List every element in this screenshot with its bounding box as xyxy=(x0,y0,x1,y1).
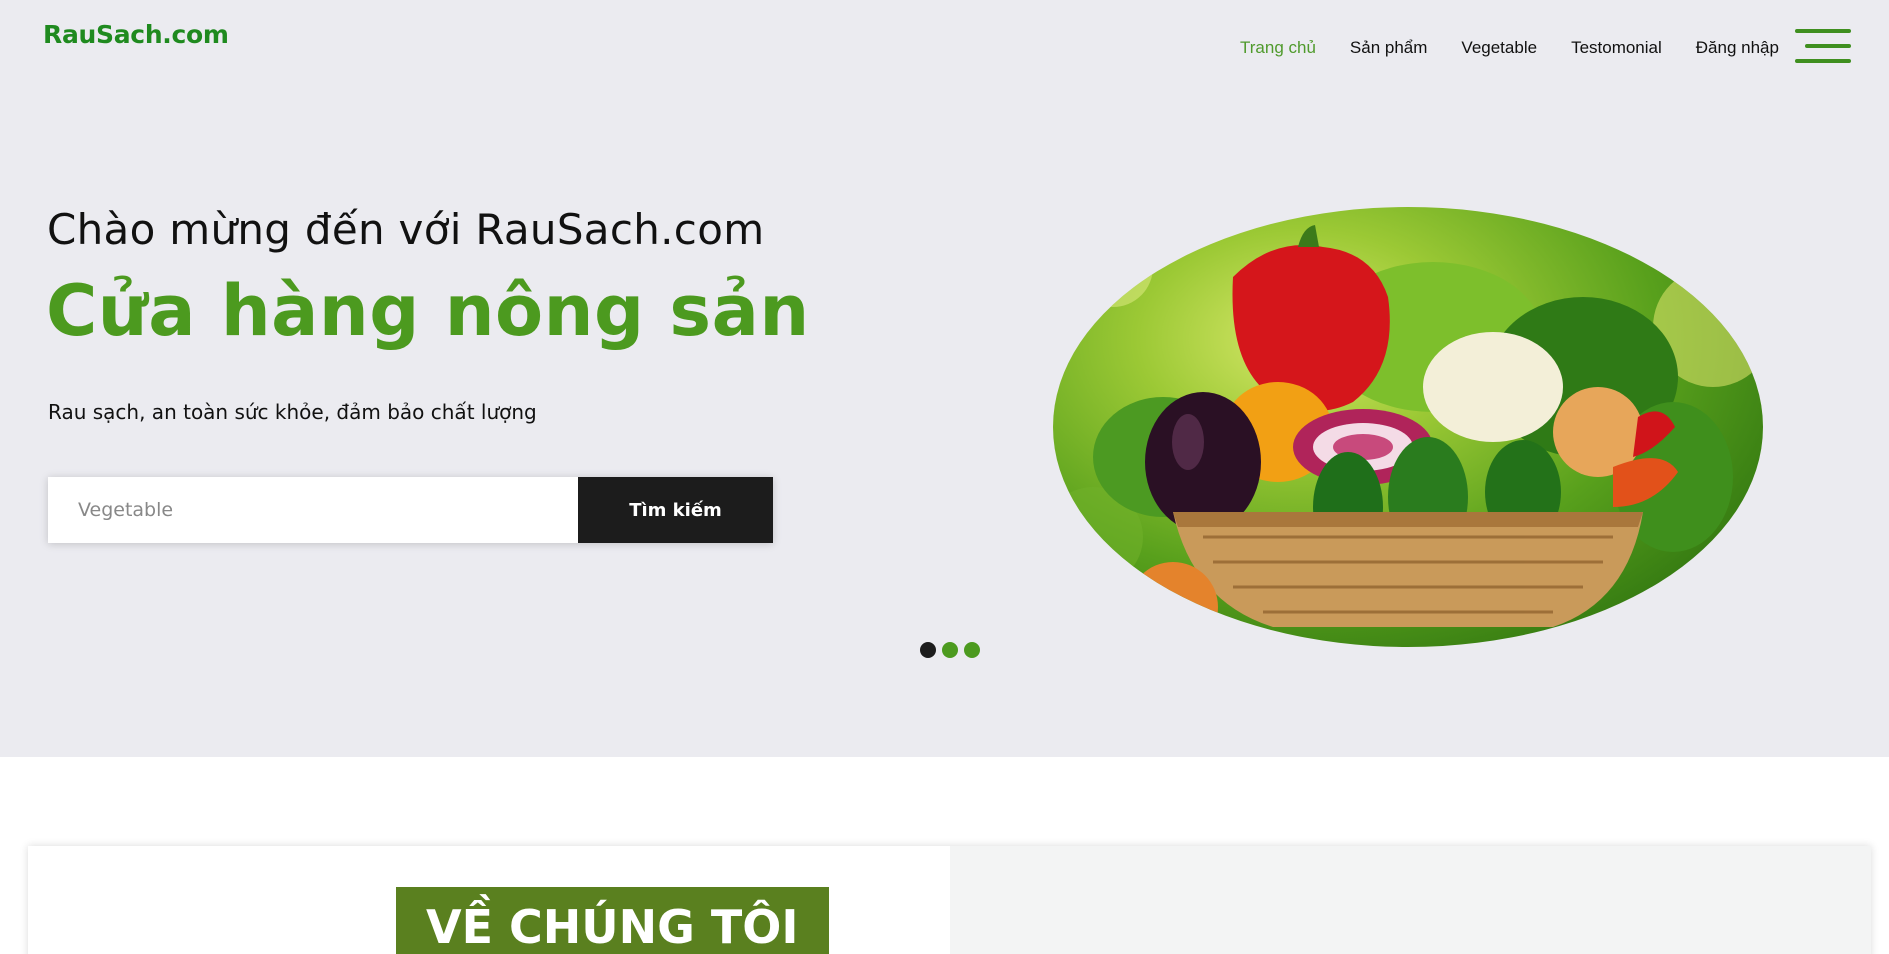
vegetable-basket-illustration xyxy=(1053,225,1763,647)
about-title: VỀ CHÚNG TÔI xyxy=(396,887,829,954)
hero-welcome-text: Chào mừng đến với RauSach.com xyxy=(47,205,765,254)
nav-item-products[interactable]: Sản phẩm xyxy=(1350,38,1428,58)
about-image-panel xyxy=(950,846,1871,954)
slider-dots xyxy=(920,642,986,658)
hero-tagline: Rau sạch, an toàn sức khỏe, đảm bảo chất… xyxy=(48,400,537,424)
menu-bar xyxy=(1795,29,1851,33)
nav-item-home[interactable]: Trang chủ xyxy=(1240,38,1316,58)
menu-bar xyxy=(1805,44,1851,48)
nav-item-vegetable[interactable]: Vegetable xyxy=(1461,38,1537,58)
search-bar: Tìm kiếm xyxy=(48,477,773,543)
hamburger-menu-icon[interactable] xyxy=(1795,29,1851,65)
search-button[interactable]: Tìm kiếm xyxy=(578,477,773,543)
hero-section: RauSach.com Trang chủ Sản phẩm Vegetable… xyxy=(0,0,1889,757)
slider-dot[interactable] xyxy=(942,642,958,658)
nav-item-testimonial[interactable]: Testomonial xyxy=(1571,38,1662,58)
main-nav: Trang chủ Sản phẩm Vegetable Testomonial… xyxy=(1240,38,1813,58)
slider-dot[interactable] xyxy=(964,642,980,658)
vegetable-basket-image xyxy=(1053,207,1763,647)
nav-item-login[interactable]: Đăng nhập xyxy=(1696,38,1779,58)
hero-headline: Cửa hàng nông sản xyxy=(46,270,810,352)
menu-bar xyxy=(1795,59,1851,63)
search-input[interactable] xyxy=(48,477,578,543)
site-logo[interactable]: RauSach.com xyxy=(43,20,229,49)
about-section: VỀ CHÚNG TÔI xyxy=(28,846,1871,954)
slider-dot[interactable] xyxy=(920,642,936,658)
